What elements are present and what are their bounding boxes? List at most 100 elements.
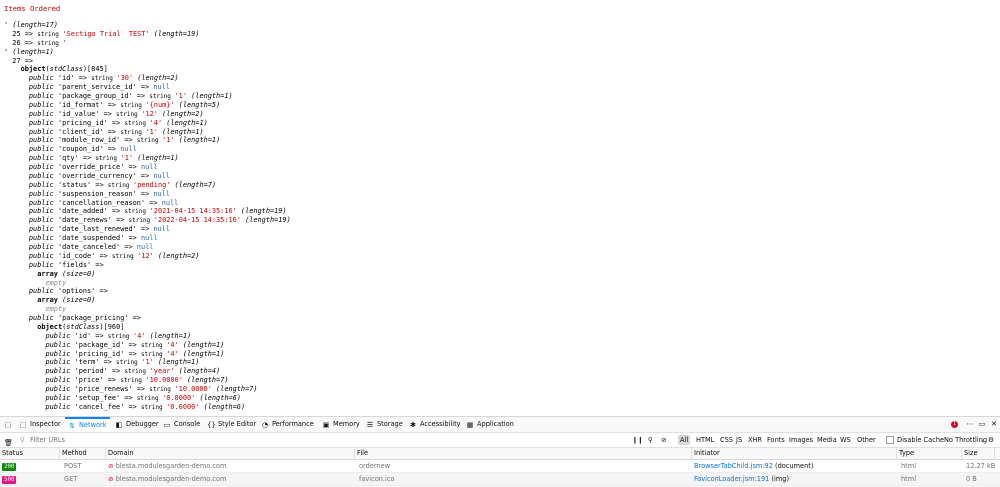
column-header-status[interactable]: Status (0, 448, 60, 459)
type-filter-ws[interactable]: WS (838, 435, 853, 445)
column-header-domain[interactable]: Domain (106, 448, 355, 459)
size-cell: 0 B (966, 475, 977, 483)
request-row[interactable]: 200 POST ⊘ blesta.modulesgarden-demo.com or… (0, 460, 1000, 473)
dump-token: public (45, 358, 71, 367)
dump-token: public (28, 234, 54, 243)
search-icon[interactable]: ⚲ (648, 433, 653, 447)
dump-token: )[960] (99, 322, 125, 331)
dump-token: (length=7) (187, 376, 229, 385)
initiator-link[interactable]: FaviconLoader.jsm:191 (694, 475, 769, 483)
tab-style-editor[interactable]: {} Style Editor (204, 417, 259, 432)
tab-inspector[interactable]: ⬚ Inspector (16, 417, 64, 432)
var-dump-output: Items Ordered ' (length=17) 25 => string… (0, 0, 1000, 416)
network-icon: ⇅ (69, 421, 75, 430)
pick-element-icon[interactable]: ⬚ (4, 421, 12, 429)
filter-urls-input[interactable]: Filter URLs (30, 433, 610, 447)
dump-token: string (37, 39, 63, 47)
method-cell: GET (64, 475, 78, 483)
dump-line: 27 => (4, 57, 33, 66)
dump-token: object (37, 322, 63, 331)
initiator-link[interactable]: BrowserTabChild.jsm:92 (694, 462, 773, 470)
dump-token: '1' (120, 154, 134, 163)
error-count-badge[interactable]: 1 (951, 421, 958, 428)
settings-icon[interactable]: ⚙ (988, 433, 994, 447)
type-filter-media[interactable]: Media (815, 435, 839, 445)
dump-line: public 'override_currency' => null (4, 172, 170, 181)
close-icon[interactable]: ✕ (990, 420, 998, 428)
dump-token: string (124, 208, 150, 216)
dump-token: '4' (133, 331, 146, 340)
column-header-size[interactable]: Size (962, 448, 995, 459)
type-filter-fonts[interactable]: Fonts (765, 435, 787, 445)
dump-token: string (95, 155, 121, 163)
dump-line: public 'date_renews' => string '2022-04-… (4, 216, 291, 225)
dump-token: '0.0000' (166, 402, 200, 411)
dump-token: (length=2) (162, 109, 204, 118)
dump-token: public (28, 92, 54, 101)
tab-label: Inspector (30, 420, 61, 428)
initiator-cell: FaviconLoader.jsm:191 (img) (692, 473, 897, 485)
debugger-icon: ◧ (115, 420, 123, 429)
column-header-type[interactable]: Type (897, 448, 962, 459)
dump-token: 'Sectigo Trial TEST' (62, 29, 150, 38)
dump-token: public (28, 189, 54, 198)
dump-token: (length=6) (203, 402, 246, 411)
dock-icon[interactable]: ▭ (978, 420, 986, 428)
type-filter-all[interactable]: All (678, 435, 691, 445)
tab-performance[interactable]: ◔ Performance (258, 417, 317, 432)
insecure-lock-icon: ⊘ (108, 462, 116, 470)
type-filter-other[interactable]: Other (855, 435, 878, 445)
type-filter-xhr[interactable]: XHR (746, 435, 764, 445)
tab-memory[interactable]: ▣ Memory (319, 417, 363, 432)
type-filter-css[interactable]: CSS (718, 435, 735, 445)
dump-token: string (140, 350, 167, 358)
domain-cell: ⊘ blesta.modulesgarden-demo.com (106, 473, 355, 485)
dump-line: public 'id_code' => string '12' (length=… (4, 252, 200, 261)
dump-token: 'id_format' => (53, 100, 121, 109)
tab-application[interactable]: ▦ Application (463, 417, 517, 432)
dump-line: public 'id_format' => string '{num}' (le… (4, 101, 220, 110)
dump-token: null (140, 163, 158, 172)
domain-text: blesta.modulesgarden-demo.com (115, 475, 227, 483)
column-header-method[interactable]: Method (60, 448, 106, 459)
tab-debugger[interactable]: ◧ Debugger (112, 417, 162, 432)
dump-token: 'package_id' => (70, 340, 141, 349)
tab-accessibility[interactable]: ✱ Accessibility (406, 417, 464, 432)
tab-console[interactable]: ▭ Console (160, 417, 203, 432)
dump-token: 'pricing_id' => (70, 349, 141, 358)
dump-token: null (153, 171, 170, 180)
dump-token: '1' (145, 127, 158, 136)
dump-token: 'suspension_reason' => (53, 189, 154, 198)
tab-storage[interactable]: ☰ Storage (363, 417, 406, 432)
dump-line: ' (length=1) (4, 48, 54, 57)
dump-token: (length=1) (182, 340, 225, 349)
dump-token: '4' (166, 340, 179, 349)
chevron-down-icon[interactable]: ⌄ (980, 433, 986, 447)
block-icon[interactable]: ⊘ (661, 433, 667, 447)
column-header-file[interactable]: File (355, 448, 692, 459)
dump-token: null (161, 198, 179, 207)
dump-token: 'setup_fee' => (70, 393, 137, 402)
status-cell: 200 (0, 460, 60, 472)
more-options-icon[interactable]: ⋯ (966, 420, 974, 428)
column-header-initiator[interactable]: Initiator (692, 448, 897, 459)
disable-cache-label: Disable Cache (897, 436, 945, 444)
dump-line: public 'pricing_id' => string '4' (lengt… (4, 349, 225, 359)
dump-token: public (28, 83, 54, 92)
tab-network[interactable]: ⇅ Network (65, 417, 110, 432)
request-row[interactable]: 500 GET ⊘ blesta.modulesgarden-demo.com fav… (0, 473, 1000, 486)
type-filter-html[interactable]: HTML (694, 435, 716, 445)
tab-label: Accessibility (420, 420, 461, 428)
dump-token: public (45, 331, 71, 340)
dump-token: string (128, 217, 154, 225)
pause-icon[interactable]: ❙❙ (632, 433, 643, 447)
dump-token: (length=19) (240, 207, 287, 216)
dump-token: 'qty' => (53, 154, 96, 163)
disable-cache-checkbox[interactable] (886, 436, 894, 444)
dump-token: stdClass (49, 65, 83, 74)
dump-token (4, 128, 29, 136)
type-filter-images[interactable]: Images (787, 435, 815, 445)
dump-token (4, 181, 29, 189)
type-filter-js[interactable]: JS (734, 435, 744, 445)
dump-token: (length=17) (12, 21, 58, 29)
